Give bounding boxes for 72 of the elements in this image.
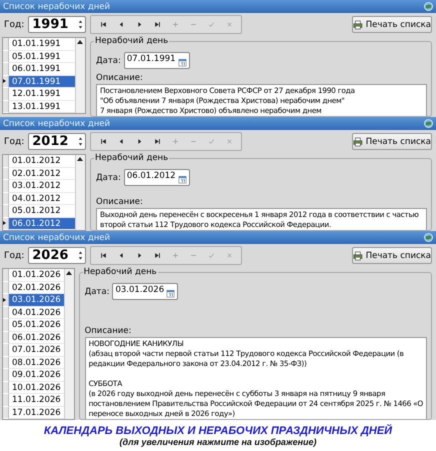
scrollbar[interactable] (75, 155, 85, 230)
printer-icon (353, 250, 363, 260)
confirm-icon (208, 138, 215, 145)
spin-arrows-icon (78, 19, 84, 30)
first-icon (100, 252, 107, 259)
year-spinner[interactable]: 2012 (28, 133, 86, 150)
calendar-icon (178, 175, 187, 184)
date-label: Дата: (84, 286, 110, 296)
description-label: Описание: (96, 196, 144, 207)
date-label: Дата: (96, 172, 121, 182)
date-field[interactable]: 07.01.1991 (124, 52, 190, 69)
cancel-icon (226, 138, 233, 145)
next-icon (136, 138, 143, 145)
caption-subtitle[interactable]: (для увеличения нажмите на изображение) (119, 436, 317, 446)
date-row[interactable]: 07.01.1991 (9, 76, 75, 88)
group-title: Нерабочий день (94, 36, 170, 46)
group-title: Нерабочий день (94, 153, 170, 163)
prev-icon (118, 21, 125, 28)
scrollbar[interactable] (64, 269, 74, 419)
spin-arrows-icon (78, 250, 84, 261)
scroll-up-icon[interactable] (76, 38, 84, 46)
caption-title: КАЛЕНДАРЬ ВЫХОДНЫХ И НЕРАБОЧИХ ПРАЗДНИЧНЫХ ДНЕЙ (44, 424, 392, 436)
cancel-icon (226, 252, 233, 259)
globe-icon (424, 233, 433, 242)
calendar-icon (166, 289, 176, 298)
cancel-icon (226, 21, 233, 28)
add-icon (172, 138, 179, 145)
year-spinner[interactable]: 1991 (28, 16, 86, 33)
year-label: Год: (4, 250, 24, 260)
prev-icon (118, 252, 125, 259)
confirm-icon (208, 252, 215, 259)
date-field[interactable]: 06.01.2012 (124, 169, 190, 186)
first-icon (100, 21, 107, 28)
next-icon (136, 21, 143, 28)
window-title: Список нерабочих дней (3, 232, 110, 242)
printer-icon (353, 20, 363, 30)
next-icon (136, 252, 143, 259)
confirm-icon (208, 21, 215, 28)
calendar-icon (178, 58, 187, 67)
spin-arrows-icon (78, 136, 84, 147)
print-button[interactable]: Печать списка (352, 247, 432, 264)
group-title: Нерабочий день (82, 267, 158, 277)
remove-icon (190, 252, 197, 259)
prev-icon (118, 138, 125, 145)
last-icon (154, 138, 161, 145)
date-field[interactable]: 03.01.2026 (112, 283, 178, 300)
description-label: Описание: (96, 72, 144, 83)
globe-icon (424, 2, 433, 11)
print-button[interactable]: Печать списка (352, 133, 432, 150)
first-icon (100, 138, 107, 145)
last-icon (154, 21, 161, 28)
year-label: Год: (4, 20, 24, 30)
description-field[interactable] (84, 337, 427, 419)
globe-icon (424, 119, 433, 128)
add-icon (172, 21, 179, 28)
description-label: Описание: (84, 325, 132, 336)
add-icon (172, 252, 179, 259)
date-row[interactable]: 06.01.2012 (9, 218, 75, 230)
scrollbar[interactable] (75, 38, 85, 113)
print-button[interactable]: Печать списка (352, 16, 432, 33)
year-spinner[interactable]: 2026 (28, 247, 86, 264)
remove-icon (190, 138, 197, 145)
date-row[interactable]: 03.01.2026 (9, 294, 64, 306)
scroll-up-icon[interactable] (64, 269, 73, 277)
date-label: Дата: (96, 56, 121, 66)
scroll-up-icon[interactable] (76, 155, 84, 163)
window-title: Список нерабочих дней (3, 118, 110, 128)
window-title: Список нерабочих дней (3, 2, 110, 12)
remove-icon (190, 21, 197, 28)
year-label: Год: (4, 136, 24, 146)
last-icon (154, 252, 161, 259)
printer-icon (353, 136, 363, 146)
